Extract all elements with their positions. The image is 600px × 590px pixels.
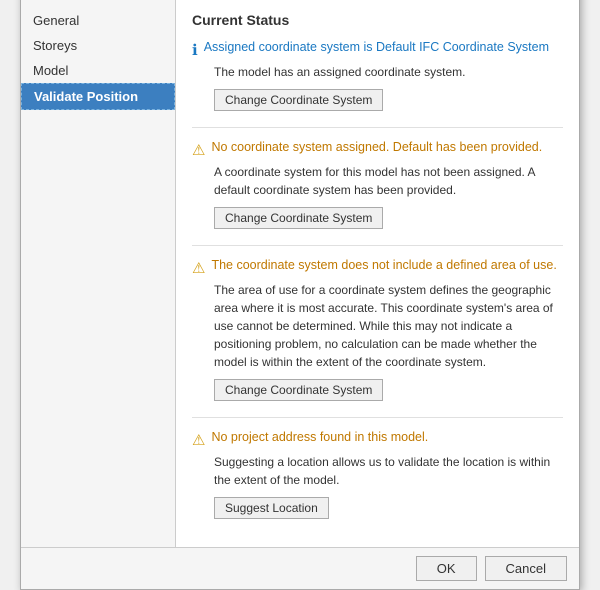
- status-header-2: ⚠ The coordinate system does not include…: [192, 258, 563, 277]
- status-desc-0: The model has an assigned coordinate sys…: [214, 63, 563, 81]
- cancel-button[interactable]: Cancel: [485, 556, 567, 581]
- status-headline-1: No coordinate system assigned. Default h…: [211, 140, 542, 154]
- status-header-1: ⚠ No coordinate system assigned. Default…: [192, 140, 563, 159]
- sidebar-item-validate-position[interactable]: Validate Position: [21, 83, 175, 110]
- main-content: Current Status ℹ Assigned coordinate sys…: [176, 0, 579, 547]
- status-block-1: ⚠ No coordinate system assigned. Default…: [192, 140, 563, 229]
- change-coord-button-2[interactable]: Change Coordinate System: [214, 379, 383, 401]
- status-desc-3: Suggesting a location allows us to valid…: [214, 453, 563, 489]
- sidebar-item-storeys[interactable]: Storeys: [21, 33, 175, 58]
- status-header-3: ⚠ No project address found in this model…: [192, 430, 563, 449]
- status-headline-3: No project address found in this model.: [211, 430, 428, 444]
- info-icon-0: ℹ: [192, 41, 198, 59]
- status-desc-1: A coordinate system for this model has n…: [214, 163, 563, 199]
- dialog-body: General Storeys Model Validate Position …: [21, 0, 579, 547]
- warn-icon-1: ⚠: [192, 141, 205, 159]
- divider-1: [192, 245, 563, 246]
- status-headline-0: Assigned coordinate system is Default IF…: [204, 40, 549, 54]
- status-header-0: ℹ Assigned coordinate system is Default …: [192, 40, 563, 59]
- sidebar-item-model[interactable]: Model: [21, 58, 175, 83]
- warn-icon-2: ⚠: [192, 259, 205, 277]
- status-block-0: ℹ Assigned coordinate system is Default …: [192, 40, 563, 111]
- divider-0: [192, 127, 563, 128]
- sidebar-item-general[interactable]: General: [21, 8, 175, 33]
- suggest-location-button[interactable]: Suggest Location: [214, 497, 329, 519]
- file-properties-dialog: File Properties: .ifc ✕ General Storeys …: [20, 0, 580, 590]
- status-desc-2: The area of use for a coordinate system …: [214, 281, 563, 371]
- ok-button[interactable]: OK: [416, 556, 477, 581]
- dialog-footer: OK Cancel: [21, 547, 579, 589]
- status-block-2: ⚠ The coordinate system does not include…: [192, 258, 563, 401]
- status-headline-2: The coordinate system does not include a…: [211, 258, 556, 272]
- warn-icon-3: ⚠: [192, 431, 205, 449]
- change-coord-button-1[interactable]: Change Coordinate System: [214, 207, 383, 229]
- status-block-3: ⚠ No project address found in this model…: [192, 430, 563, 519]
- sidebar: General Storeys Model Validate Position: [21, 0, 176, 547]
- divider-2: [192, 417, 563, 418]
- section-title: Current Status: [192, 12, 563, 28]
- change-coord-button-0[interactable]: Change Coordinate System: [214, 89, 383, 111]
